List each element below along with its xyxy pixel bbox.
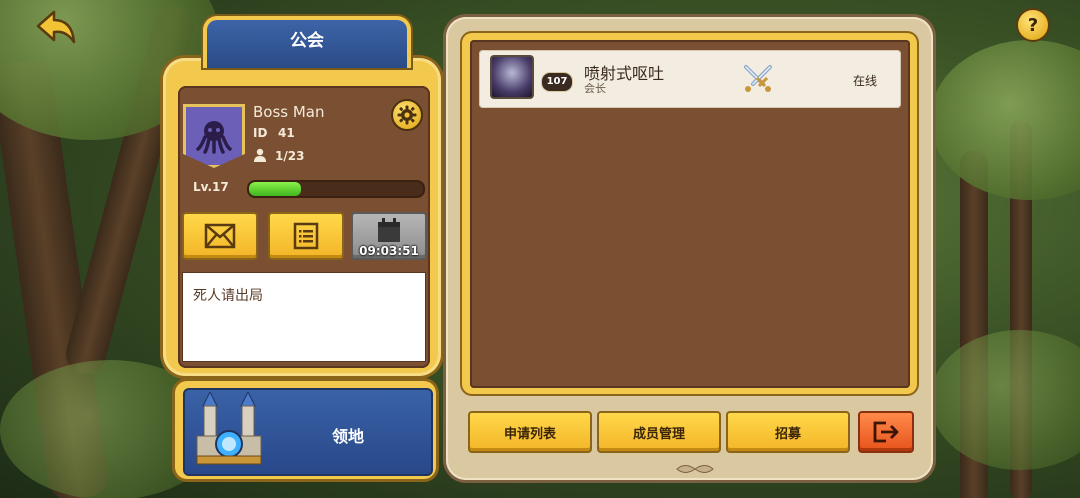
- calendar-button[interactable]: 09:03:51: [351, 212, 427, 260]
- list-icon: [293, 222, 319, 250]
- guild-name: Boss Man: [253, 103, 325, 121]
- calendar-timer: 09:03:51: [359, 244, 419, 258]
- octopus-emblem-icon: [196, 121, 232, 154]
- settings-button[interactable]: [391, 99, 423, 131]
- page-title: 公会: [203, 16, 411, 68]
- territory-label: 领地: [332, 427, 365, 446]
- gear-icon: [397, 105, 417, 125]
- recruit-button[interactable]: 招募: [726, 411, 850, 453]
- guild-id: 41: [278, 126, 295, 140]
- mail-button[interactable]: [182, 212, 258, 260]
- member-manage-button[interactable]: 成员管理: [597, 411, 721, 453]
- member-status: 在线: [853, 74, 878, 88]
- member-role: 会长: [584, 82, 606, 95]
- avatar[interactable]: [490, 55, 534, 99]
- guild-notice[interactable]: 死人请出局: [182, 272, 426, 362]
- back-button[interactable]: [32, 8, 80, 48]
- exit-guild-button[interactable]: [858, 411, 914, 453]
- apply-list-button[interactable]: 申请列表: [468, 411, 592, 453]
- castle-icon: [196, 392, 262, 465]
- help-icon: ?: [1027, 14, 1039, 36]
- xp-bar: [247, 180, 425, 198]
- territory-button[interactable]: 领地: [183, 388, 433, 476]
- crossed-swords-icon: [744, 65, 772, 92]
- exit-icon: [873, 421, 899, 443]
- member-level-badge: 107: [541, 72, 573, 92]
- member-count: 1/23: [275, 149, 305, 163]
- guild-level: Lv.17: [193, 180, 229, 194]
- xp-fill: [249, 182, 302, 196]
- panel-ornament: [676, 465, 714, 473]
- list-button[interactable]: [268, 212, 344, 260]
- mail-icon: [204, 223, 236, 249]
- calendar-icon: [378, 218, 400, 242]
- guild-id-label: ID: [253, 126, 268, 140]
- member-icon: [254, 148, 266, 162]
- back-arrow-icon: [36, 10, 76, 44]
- help-button[interactable]: ?: [1016, 8, 1050, 42]
